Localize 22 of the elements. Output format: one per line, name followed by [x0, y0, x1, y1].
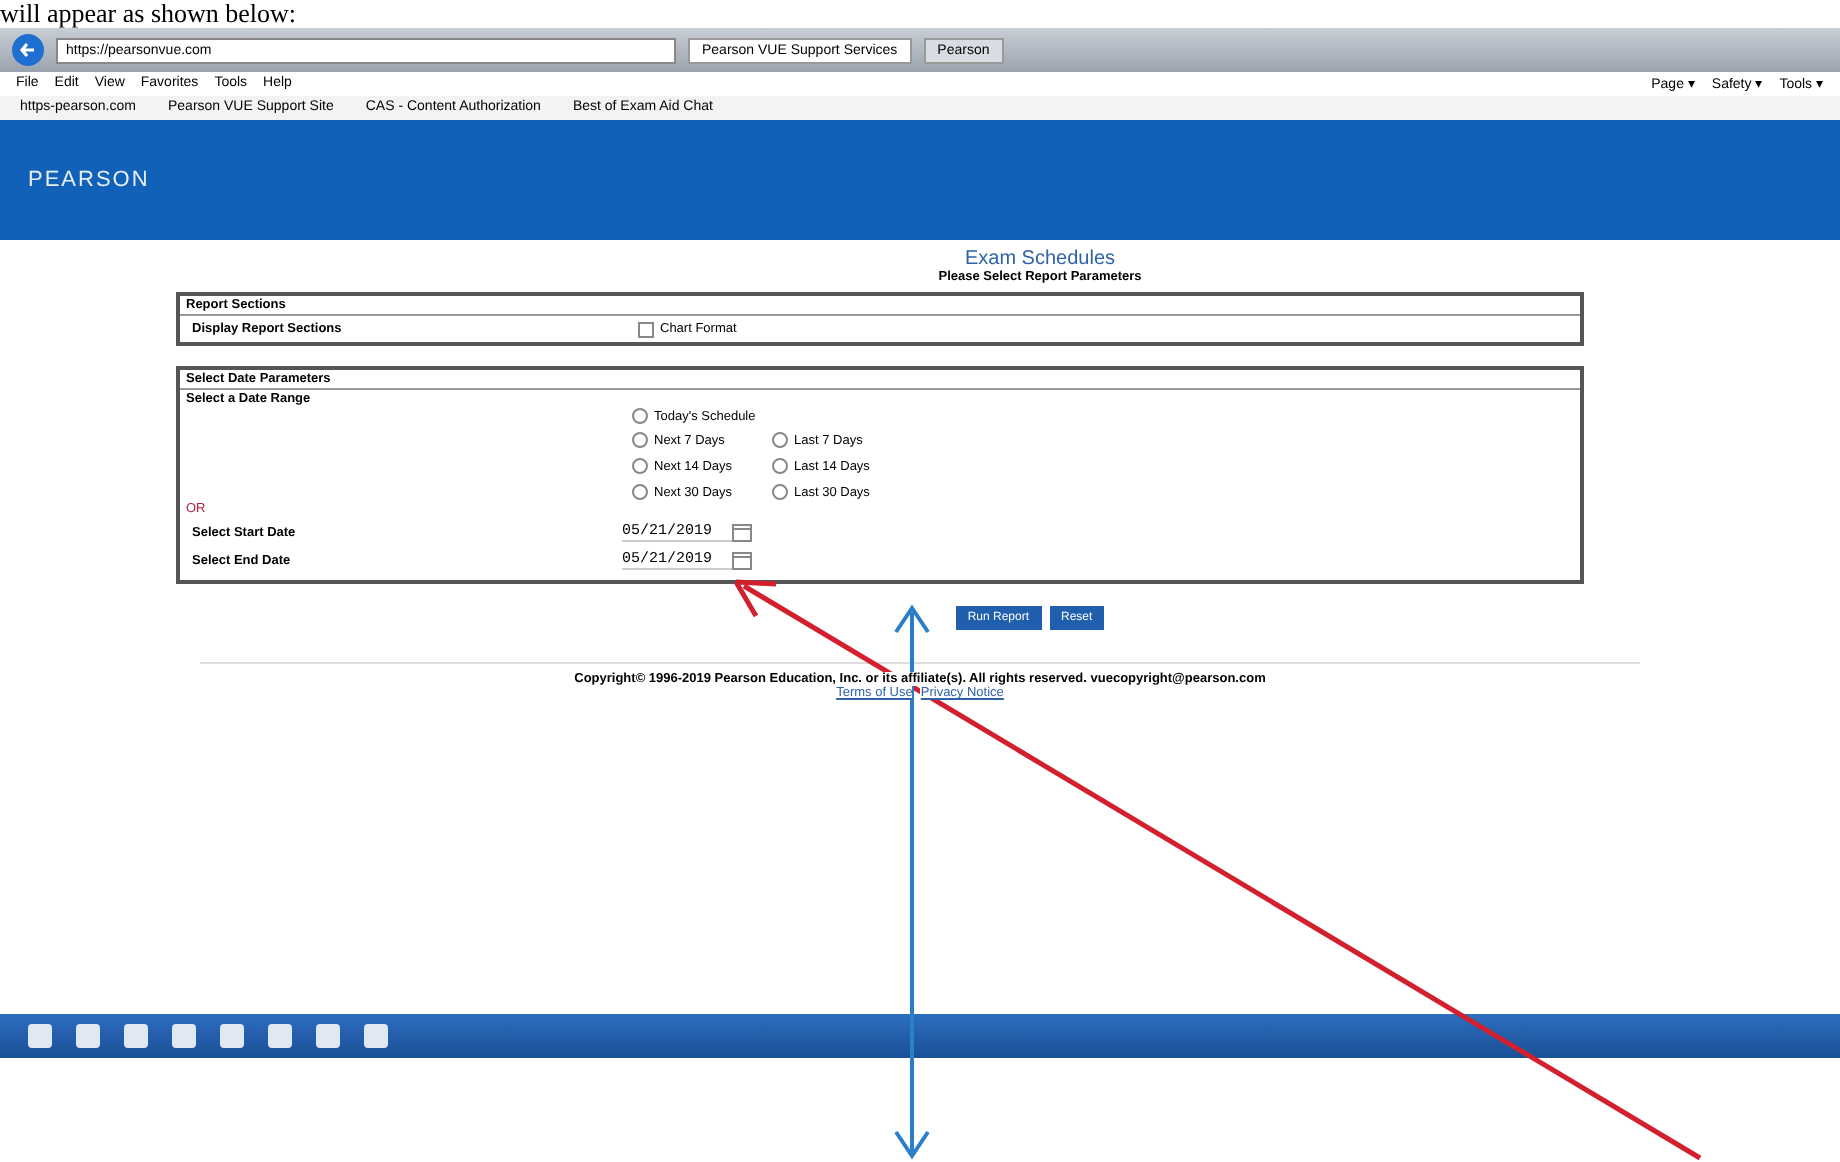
radio-button[interactable] [772, 432, 788, 448]
logo-text: PEARSON [28, 168, 150, 192]
radio-button[interactable] [632, 408, 648, 424]
taskbar-app-icon[interactable] [124, 1024, 148, 1048]
radio-button[interactable] [632, 458, 648, 474]
back-button-icon[interactable] [12, 34, 44, 66]
taskbar-app-icon[interactable] [316, 1024, 340, 1048]
caption-text: will appear as shown below: [0, 0, 299, 28]
calendar-icon[interactable] [732, 522, 752, 542]
taskbar-app-icon[interactable] [172, 1024, 196, 1048]
page-title: Exam Schedules [964, 248, 1116, 270]
checkbox[interactable] [638, 321, 654, 337]
taskbar-app-icon[interactable] [268, 1024, 292, 1048]
radio-button[interactable] [632, 484, 648, 500]
calendar-icon[interactable] [732, 550, 752, 570]
taskbar-app-icon[interactable] [76, 1024, 100, 1048]
taskbar-app-icon[interactable] [220, 1024, 244, 1048]
taskbar-app-icon[interactable] [28, 1024, 52, 1048]
taskbar-app-icon[interactable] [364, 1024, 388, 1048]
radio-button[interactable] [772, 484, 788, 500]
radio-button[interactable] [632, 432, 648, 448]
radio-button[interactable] [772, 458, 788, 474]
